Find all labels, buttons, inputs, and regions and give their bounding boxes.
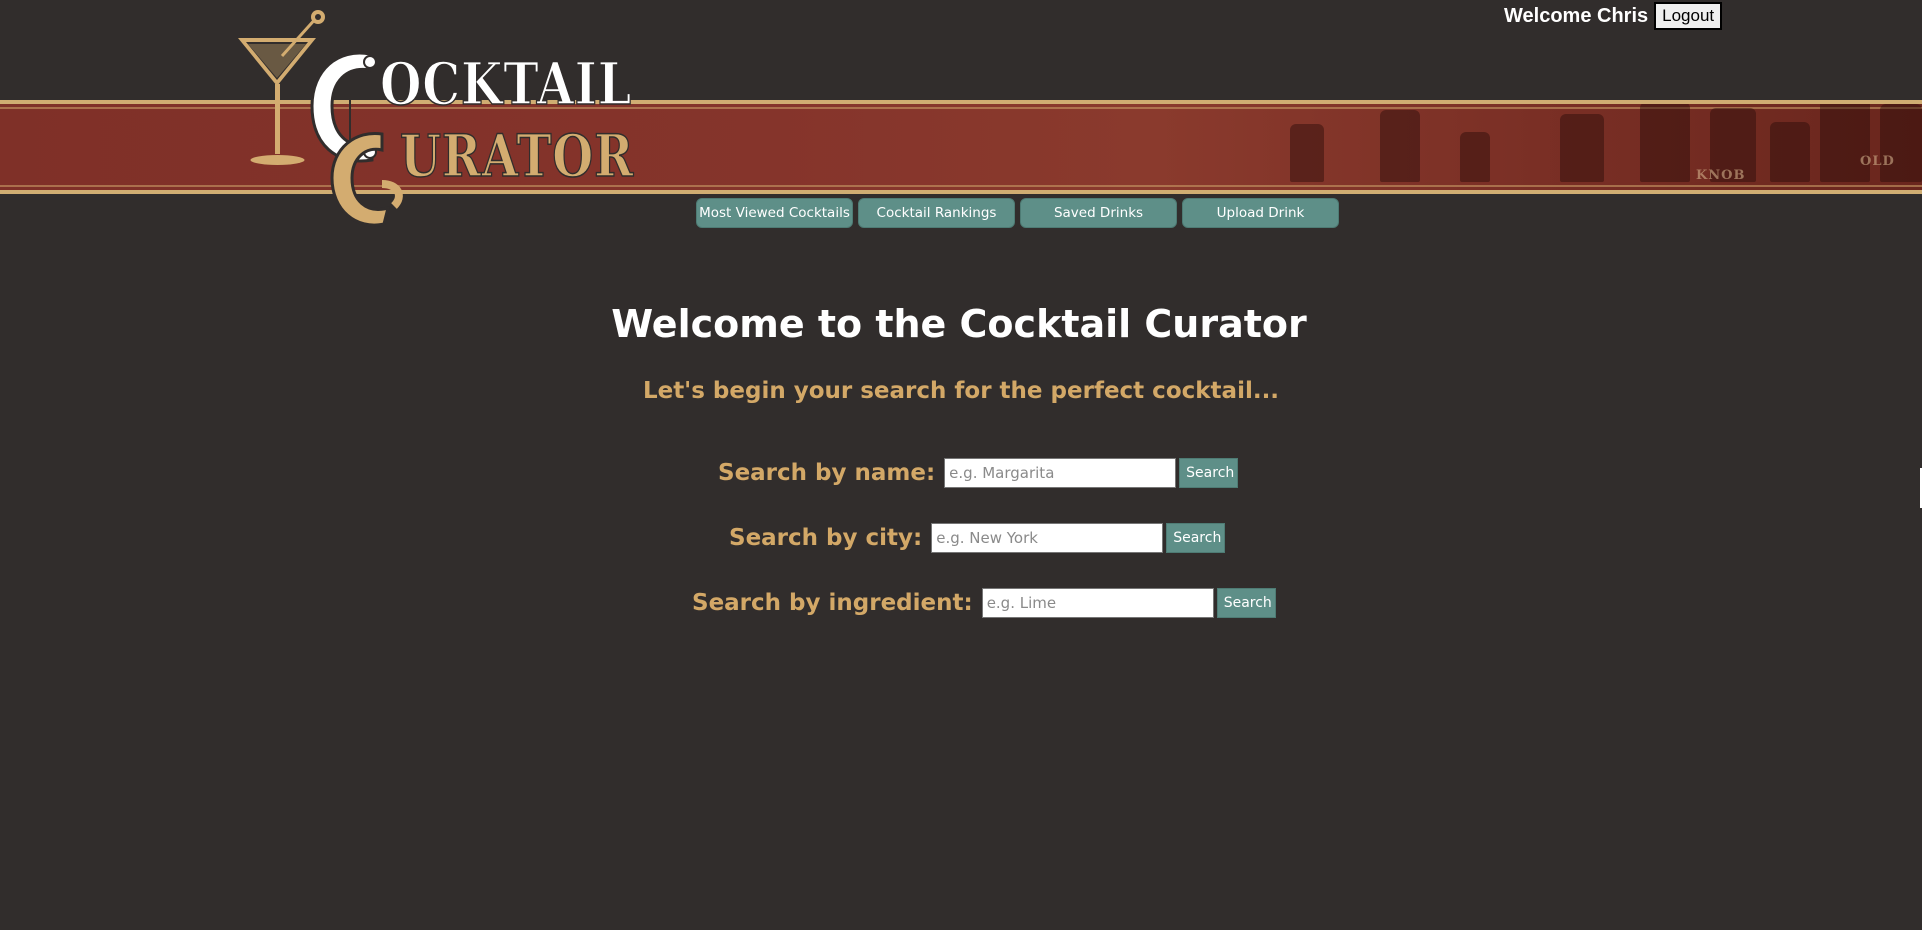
nav-cocktail-rankings[interactable]: Cocktail Rankings	[858, 198, 1015, 228]
search-by-city-label: Search by city:	[729, 525, 923, 551]
banner-bottle	[1880, 104, 1922, 182]
banner-bottle	[1290, 124, 1324, 182]
page-title: Welcome to the Cocktail Curator	[611, 302, 1307, 346]
banner-bottle	[1380, 110, 1420, 182]
martini-glass-icon	[238, 10, 325, 165]
search-by-ingredient-button[interactable]: Search	[1216, 588, 1276, 618]
nav-upload-drink[interactable]: Upload Drink	[1182, 198, 1339, 228]
page-subtitle: Let's begin your search for the perfect …	[642, 378, 1280, 404]
nav-most-viewed-cocktails[interactable]: Most Viewed Cocktails	[696, 198, 853, 228]
search-by-name-label: Search by name:	[718, 460, 936, 486]
logo-wordmark-top: OCKTAIL	[380, 50, 632, 118]
cocktail-curator-logo[interactable]: OCKTAIL URATOR	[232, 8, 642, 233]
main-nav: Most Viewed Cocktails Cocktail Rankings …	[696, 198, 1339, 228]
banner-bottle-label: OLD	[1860, 154, 1895, 169]
logout-button[interactable]: Logout	[1654, 2, 1723, 30]
search-by-name-row: Search by name: Search	[718, 458, 1239, 488]
search-by-city-row: Search by city: Search	[729, 523, 1226, 553]
banner-bottle	[1460, 132, 1490, 182]
search-by-city-button[interactable]: Search	[1166, 523, 1226, 553]
welcome-user-text: Welcome Chris	[1504, 4, 1649, 27]
search-by-name-input[interactable]	[944, 458, 1177, 488]
banner-bottle-label: KNOB	[1696, 168, 1746, 183]
banner-bottle	[1560, 114, 1604, 182]
nav-saved-drinks[interactable]: Saved Drinks	[1020, 198, 1177, 228]
user-area: Welcome Chris Logout	[1504, 2, 1723, 30]
logo-wordmark-bottom: URATOR	[400, 122, 634, 190]
banner-bottle	[1820, 104, 1870, 182]
search-by-ingredient-row: Search by ingredient: Search	[692, 588, 1276, 618]
search-by-ingredient-label: Search by ingredient:	[692, 590, 973, 616]
page: KNOB OLD OCKTAIL URATOR Welcome Chris Lo…	[0, 0, 1922, 930]
search-by-city-input[interactable]	[931, 523, 1164, 553]
banner-bottle	[1770, 122, 1810, 182]
search-by-name-button[interactable]: Search	[1179, 458, 1239, 488]
banner-bottle	[1640, 104, 1690, 182]
logo-letter-c-gold	[330, 131, 403, 227]
search-by-ingredient-input[interactable]	[981, 588, 1214, 618]
